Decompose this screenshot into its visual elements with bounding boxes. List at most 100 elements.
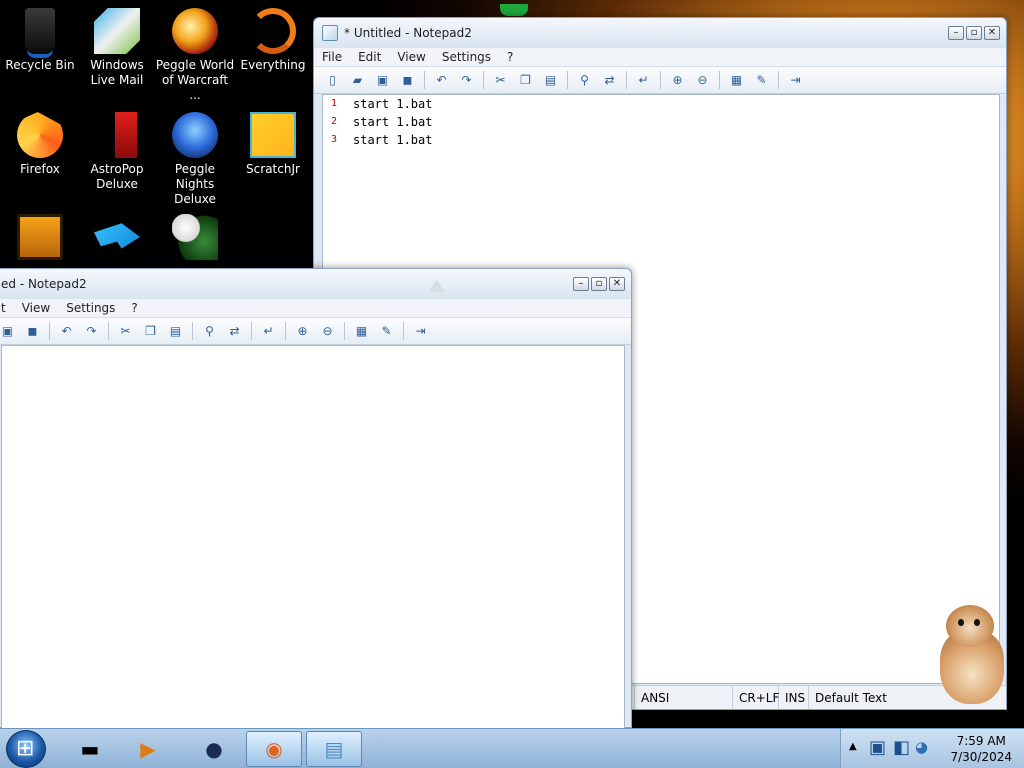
peggle-nights-icon xyxy=(172,112,218,158)
menu-view[interactable]: View xyxy=(397,50,425,64)
peggle-icon xyxy=(172,8,218,54)
copy-icon[interactable]: ❐ xyxy=(516,71,535,90)
toolbar-separator xyxy=(192,322,193,340)
tray-expand-icon[interactable]: ▲ xyxy=(849,741,857,752)
copy-icon[interactable]: ❐ xyxy=(141,322,160,341)
maximize-button[interactable]: ▫ xyxy=(966,26,982,40)
status-mode: INS xyxy=(779,686,809,709)
window-title: * Untitled - Notepad2 xyxy=(344,26,472,40)
notepad2-window-back[interactable]: ed - Notepad2 – ▫ ✕ t View Settings ? ▣ … xyxy=(0,268,632,729)
word-wrap-icon[interactable]: ↵ xyxy=(259,322,278,341)
taskbar-clock[interactable]: 7:59 AM 7/30/2024 xyxy=(950,733,1012,765)
title-bar[interactable]: * Untitled - Notepad2 – ▫ ✕ xyxy=(314,18,1006,48)
zoom-out-icon[interactable]: ⊖ xyxy=(318,322,337,341)
replace-icon[interactable]: ⇄ xyxy=(600,71,619,90)
find-icon[interactable]: ⚲ xyxy=(200,322,219,341)
desktop-icon-recycle-bin[interactable]: Recycle Bin xyxy=(0,4,80,73)
menu-settings[interactable]: Settings xyxy=(66,301,115,315)
scheme-icon[interactable]: ▦ xyxy=(727,71,746,90)
desktop-icon-unlabeled-e[interactable] xyxy=(0,210,80,264)
tray-network-icon[interactable]: ▣ xyxy=(869,737,886,758)
desktop-icon-firefox[interactable]: Firefox xyxy=(0,108,80,177)
save-icon[interactable]: ◼ xyxy=(23,322,42,341)
cut-icon[interactable]: ✂ xyxy=(116,322,135,341)
tray-volume-icon[interactable]: ◧ xyxy=(893,737,910,758)
gadget-icon[interactable] xyxy=(500,4,528,16)
customize-icon[interactable]: ✎ xyxy=(752,71,771,90)
desktop-icon-everything[interactable]: Everything xyxy=(233,4,313,73)
hamster-eye xyxy=(958,619,964,626)
desktop-icon-label: Peggle World of Warcraft ... xyxy=(155,58,235,102)
tray-connection-icon[interactable]: ◕ xyxy=(915,738,928,756)
line-text: start 1.bat xyxy=(353,133,433,147)
browse-icon[interactable]: ▣ xyxy=(373,71,392,90)
taskbar-app-media-player[interactable]: ▶ xyxy=(120,731,176,767)
arrow-app-icon xyxy=(94,223,140,249)
zoom-in-icon[interactable]: ⊕ xyxy=(668,71,687,90)
customize-icon[interactable]: ✎ xyxy=(377,322,396,341)
desktop-icon-windows-live-mail[interactable]: Windows Live Mail xyxy=(77,4,157,88)
paste-icon[interactable]: ▤ xyxy=(541,71,560,90)
hamster-gadget[interactable] xyxy=(930,605,1010,705)
desktop-icon-peggle-nights[interactable]: Peggle Nights Deluxe xyxy=(155,108,235,207)
menu-view[interactable]: View xyxy=(22,301,50,315)
cut-icon[interactable]: ✂ xyxy=(491,71,510,90)
replace-icon[interactable]: ⇄ xyxy=(225,322,244,341)
exit-icon[interactable]: ⇥ xyxy=(411,322,430,341)
zoom-out-icon[interactable]: ⊖ xyxy=(693,71,712,90)
hamster-eye xyxy=(974,619,980,626)
undo-icon[interactable]: ↶ xyxy=(57,322,76,341)
taskbar-app-globe[interactable]: ● xyxy=(186,731,242,767)
desktop-icon-unlabeled-arrow[interactable] xyxy=(77,210,157,264)
menu-edit[interactable]: Edit xyxy=(358,50,381,64)
window-title: ed - Notepad2 xyxy=(1,277,87,291)
menu-help[interactable]: ? xyxy=(131,301,137,315)
menu-file[interactable]: File xyxy=(322,50,342,64)
status-encoding: ANSI xyxy=(634,686,733,709)
new-file-icon[interactable]: ▯ xyxy=(323,71,342,90)
desktop-icon-scratchjr[interactable]: ScratchJr xyxy=(233,108,313,177)
save-icon[interactable]: ◼ xyxy=(398,71,417,90)
line-number: 3 xyxy=(331,134,338,145)
open-folder-icon[interactable]: ▰ xyxy=(348,71,367,90)
exit-icon[interactable]: ⇥ xyxy=(786,71,805,90)
minimize-button[interactable]: – xyxy=(573,277,589,291)
toolbar-separator xyxy=(778,71,779,89)
clock-time: 7:59 AM xyxy=(956,734,1006,748)
browse-icon[interactable]: ▣ xyxy=(0,322,17,341)
taskbar-app-firefox[interactable]: ◉ xyxy=(246,731,302,767)
line-text: start 1.bat xyxy=(353,115,433,129)
start-button[interactable] xyxy=(6,730,46,768)
desktop-icon-peggle-wow[interactable]: Peggle World of Warcraft ... xyxy=(155,4,235,103)
desktop-icon-astropop[interactable]: AstroPop Deluxe xyxy=(77,108,157,192)
maximize-button[interactable]: ▫ xyxy=(591,277,607,291)
plant-app-icon xyxy=(172,214,218,260)
toolbar-separator xyxy=(660,71,661,89)
desktop-icon-label: Windows Live Mail xyxy=(90,58,144,87)
minimize-button[interactable]: – xyxy=(948,26,964,40)
redo-icon[interactable]: ↷ xyxy=(457,71,476,90)
redo-icon[interactable]: ↷ xyxy=(82,322,101,341)
menu-settings[interactable]: Settings xyxy=(442,50,491,64)
desktop-icon-unlabeled-plant[interactable] xyxy=(155,210,235,264)
astropop-icon xyxy=(115,112,137,158)
menu-help[interactable]: ? xyxy=(507,50,513,64)
clock-date: 7/30/2024 xyxy=(950,750,1012,764)
close-button[interactable]: ✕ xyxy=(609,277,625,291)
close-button[interactable]: ✕ xyxy=(984,26,1000,40)
paste-icon[interactable]: ▤ xyxy=(166,322,185,341)
desktop-icon-label: Firefox xyxy=(20,162,60,176)
mail-icon xyxy=(94,8,140,54)
taskbar-app-notepad2[interactable]: ▤ xyxy=(306,731,362,767)
title-bar[interactable]: ed - Notepad2 – ▫ ✕ xyxy=(0,269,631,299)
taskbar-app-dark-box[interactable]: ▬ xyxy=(62,731,118,767)
zoom-in-icon[interactable]: ⊕ xyxy=(293,322,312,341)
find-icon[interactable]: ⚲ xyxy=(575,71,594,90)
text-editor[interactable] xyxy=(1,345,625,729)
everything-icon xyxy=(250,8,296,54)
scheme-icon[interactable]: ▦ xyxy=(352,322,371,341)
undo-icon[interactable]: ↶ xyxy=(432,71,451,90)
word-wrap-icon[interactable]: ↵ xyxy=(634,71,653,90)
menu-edit[interactable]: t xyxy=(1,301,6,315)
toolbar-separator xyxy=(626,71,627,89)
